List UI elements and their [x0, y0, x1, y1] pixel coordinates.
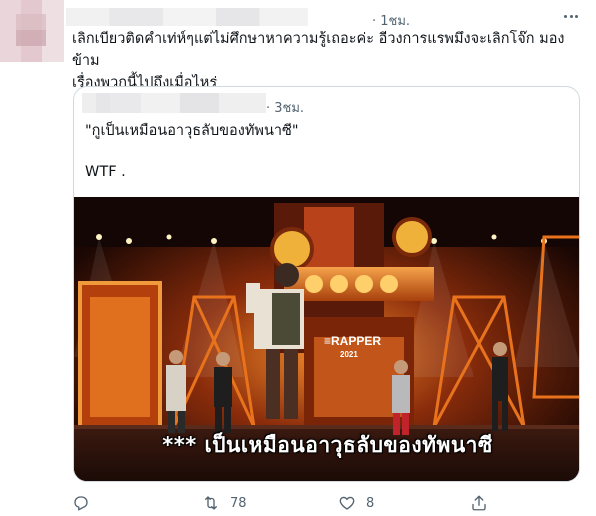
quoted-tweet[interactable]: · 3ชม. "กูเป็นเหมือนอาวุธลับของทัพนาซี" …	[73, 86, 580, 482]
quoted-tweet-text: "กูเป็นเหมือนอาวุธลับของทัพนาซี" WTF .	[85, 121, 565, 183]
quoted-text-line-2: WTF .	[85, 164, 126, 180]
reply-button[interactable]	[72, 492, 90, 514]
retweet-count: 78	[230, 495, 247, 511]
author-name-redacted[interactable]	[66, 8, 308, 26]
action-bar: 78 8	[72, 492, 582, 514]
heart-icon	[339, 496, 355, 510]
avatar[interactable]	[0, 0, 64, 62]
quoted-author-name-redacted	[110, 93, 266, 113]
more-horizontal-icon[interactable]	[561, 9, 581, 23]
tweet[interactable]: · 1ชม. เลิกเบียวติดคำเท่ห์ๆแต่ไม่ศึกษาหา…	[0, 0, 596, 516]
retweet-icon	[205, 496, 217, 510]
quoted-media-image[interactable]: ≡RAPPER 2021 *** เป็นเหมือนอาวุธลับของทั…	[74, 197, 579, 481]
like-count: 8	[366, 495, 375, 511]
tweet-text: เลิกเบียวติดคำเท่ห์ๆแต่ไม่ศึกษาหาความรู้…	[72, 31, 565, 91]
video-subtitle: *** เป็นเหมือนอาวุธลับของทัพนาซี	[162, 433, 493, 457]
quoted-tweet-timestamp: · 3ชม.	[266, 101, 305, 116]
quoted-avatar-redacted	[82, 93, 110, 113]
like-button[interactable]: 8	[338, 492, 374, 514]
quoted-text-line-1: "กูเป็นเหมือนอาวุธลับของทัพนาซี"	[85, 123, 299, 139]
share-icon	[472, 495, 486, 511]
quoted-tweet-header: · 3ชม.	[74, 87, 579, 117]
stage-logo-text: ≡RAPPER	[324, 334, 381, 348]
retweet-button[interactable]: 78	[202, 492, 247, 514]
reply-icon	[74, 496, 88, 511]
stage-logo-year: 2021	[340, 350, 358, 359]
share-button[interactable]	[470, 492, 488, 514]
tweet-header: · 1ชม.	[64, 6, 584, 29]
